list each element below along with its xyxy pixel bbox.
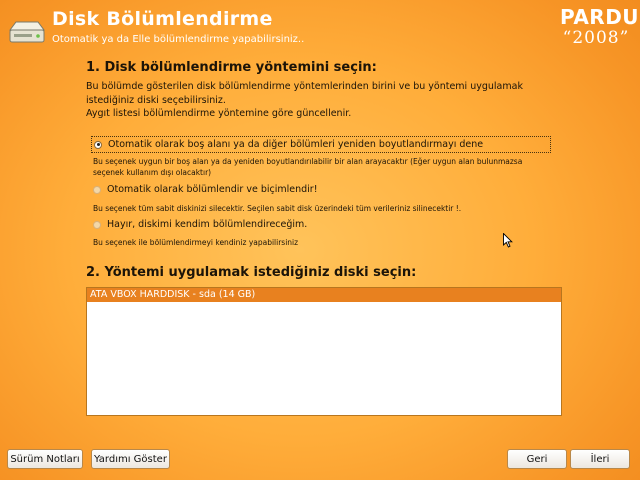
intro-line: Aygıt listesi bölümlendirme yöntemine gö… (86, 108, 352, 119)
section-1-intro: Bu bölümde gösterilen disk bölümlendirme… (86, 80, 556, 121)
option-auto-format[interactable]: Otomatik olarak bölümlendir ve biçimlend… (91, 182, 318, 197)
logo-year: “2008” (562, 28, 630, 48)
radio-unselected-icon[interactable] (93, 185, 101, 194)
header: Disk Bölümlendirme Otomatik ya da Elle b… (0, 0, 640, 60)
option-description: Bu seçenek uygun bir boş alan ya da yeni… (93, 156, 543, 178)
description-line: seçenek kullanım dışı olacaktır) (93, 168, 212, 177)
disk-list-item[interactable]: ATA VBOX HARDDISK - sda (14 GB) (87, 288, 561, 302)
description-line: Bu seçenek tüm sabit diskinizi silecekti… (93, 204, 462, 213)
next-button[interactable]: İleri (570, 449, 630, 469)
disk-list[interactable]: ATA VBOX HARDDISK - sda (14 GB) (86, 287, 562, 416)
description-line: Bu seçenek ile bölümlendirmeyi kendiniz … (93, 238, 299, 247)
section-1-title: 1. Disk bölümlendirme yöntemini seçin: (86, 60, 377, 75)
page-subtitle: Otomatik ya da Elle bölümlendirme yapabi… (52, 34, 305, 45)
mouse-pointer-icon (503, 233, 513, 248)
page-title: Disk Bölümlendirme (52, 8, 273, 30)
release-notes-button[interactable]: Sürüm Notları (7, 449, 83, 469)
section-2-title: 2. Yöntemi uygulamak istediğiniz diski s… (86, 265, 417, 280)
show-help-button[interactable]: Yardımı Göster (91, 449, 170, 469)
option-auto-resize[interactable]: Otomatik olarak boş alanı ya da diğer bö… (91, 136, 551, 153)
option-label: Otomatik olarak bölümlendir ve biçimlend… (107, 184, 318, 195)
intro-line: istediğiniz diski seçebilirsiniz. (86, 94, 226, 106)
option-manual[interactable]: Hayır, diskimi kendim bölümlendireceğim. (91, 217, 307, 232)
option-label: Hayır, diskimi kendim bölümlendireceğim. (107, 219, 308, 230)
intro-line: Bu bölümde gösterilen disk bölümlendirme… (86, 81, 523, 92)
radio-selected-icon[interactable] (94, 140, 102, 149)
back-button[interactable]: Geri (507, 449, 567, 469)
option-description: Bu seçenek tüm sabit diskinizi silecekti… (93, 203, 543, 214)
pardus-logo: PARDUS “2008” (560, 5, 640, 58)
hard-disk-icon (9, 21, 45, 43)
logo-word: PARDUS (560, 5, 640, 29)
radio-unselected-icon[interactable] (93, 220, 101, 229)
description-line: Bu seçenek uygun bir boş alan ya da yeni… (93, 157, 523, 166)
option-label: Otomatik olarak boş alanı ya da diğer bö… (108, 139, 484, 150)
option-description: Bu seçenek ile bölümlendirmeyi kendiniz … (93, 237, 543, 248)
